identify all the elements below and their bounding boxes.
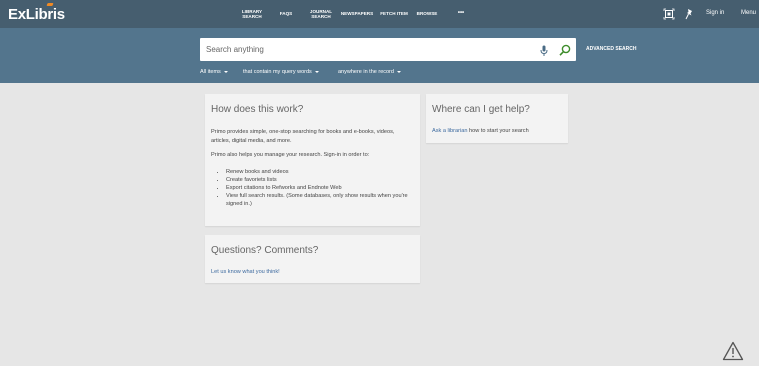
search-input[interactable] bbox=[206, 38, 526, 61]
filter-field-dropdown[interactable]: anywhere in the record bbox=[338, 69, 401, 75]
logo-text: ExLibris bbox=[8, 6, 65, 23]
list-item: Renew books and videos bbox=[226, 168, 421, 176]
nav-fetch-item[interactable]: FETCH ITEM bbox=[377, 0, 411, 28]
nav-journal-search[interactable]: JOURNAL SEARCH bbox=[306, 0, 336, 28]
card-paragraph: Primo provides simple, one-stop searchin… bbox=[211, 129, 395, 144]
search-icon[interactable] bbox=[559, 43, 571, 61]
benefits-list: Renew books and videos Create favoriets … bbox=[219, 168, 421, 208]
feedback-link: Let us know what you think! bbox=[211, 268, 280, 277]
filter-scope-label: All items bbox=[200, 69, 221, 75]
filter-match-label: that contain my query words bbox=[243, 69, 312, 75]
ask-librarian-link[interactable]: Ask a librarian bbox=[432, 128, 467, 134]
nav-library-search[interactable]: LIBRARY SEARCH bbox=[236, 0, 268, 28]
nav-faqs[interactable]: FAQS bbox=[276, 0, 296, 28]
nav-browse[interactable]: BROWSE bbox=[415, 0, 439, 28]
menu-button[interactable]: Menu bbox=[741, 10, 756, 16]
filter-match-dropdown[interactable]: that contain my query words bbox=[243, 69, 319, 75]
how-does-this-work-card: How does this work? Primo provides simpl… bbox=[205, 94, 420, 226]
advanced-search-link[interactable]: ADVANCED SEARCH bbox=[586, 46, 636, 52]
chevron-down-icon bbox=[396, 70, 401, 73]
help-text: Ask a librarian how to start your search bbox=[432, 127, 567, 136]
search-box bbox=[200, 38, 576, 61]
exlibris-logo[interactable]: ExLibris bbox=[8, 3, 65, 23]
card-title: How does this work? bbox=[211, 104, 304, 115]
feedback-link-text[interactable]: Let us know what you think! bbox=[211, 269, 280, 275]
sign-in-link[interactable]: Sign in bbox=[706, 10, 724, 16]
pin-icon[interactable] bbox=[684, 7, 694, 25]
list-item: Create favoriets lists bbox=[226, 176, 421, 184]
list-item: View full search results. (Some database… bbox=[226, 192, 421, 208]
chevron-down-icon bbox=[314, 70, 319, 73]
list-item: Export citations to Refworks and Endnote… bbox=[226, 184, 421, 192]
card-title: Where can I get help? bbox=[432, 104, 530, 115]
card-title: Questions? Comments? bbox=[211, 245, 319, 256]
collections-icon[interactable] bbox=[663, 7, 675, 25]
help-text-rest: how to start your search bbox=[467, 128, 529, 134]
questions-card: Questions? Comments? Let us know what yo… bbox=[205, 235, 420, 283]
card-paragraph: Primo also helps you manage your researc… bbox=[211, 152, 370, 158]
filter-scope-dropdown[interactable]: All items bbox=[200, 69, 228, 75]
top-bar: ExLibris LIBRARY SEARCH FAQS JOURNAL SEA… bbox=[0, 0, 759, 28]
microphone-icon[interactable] bbox=[540, 44, 548, 62]
nav-more[interactable]: ••• bbox=[452, 0, 470, 28]
help-card: Where can I get help? Ask a librarian ho… bbox=[426, 94, 568, 143]
filter-field-label: anywhere in the record bbox=[338, 69, 394, 75]
warning-icon[interactable] bbox=[722, 341, 744, 366]
nav-newspapers[interactable]: NEWSPAPERS bbox=[340, 0, 374, 28]
chevron-down-icon bbox=[223, 70, 228, 73]
